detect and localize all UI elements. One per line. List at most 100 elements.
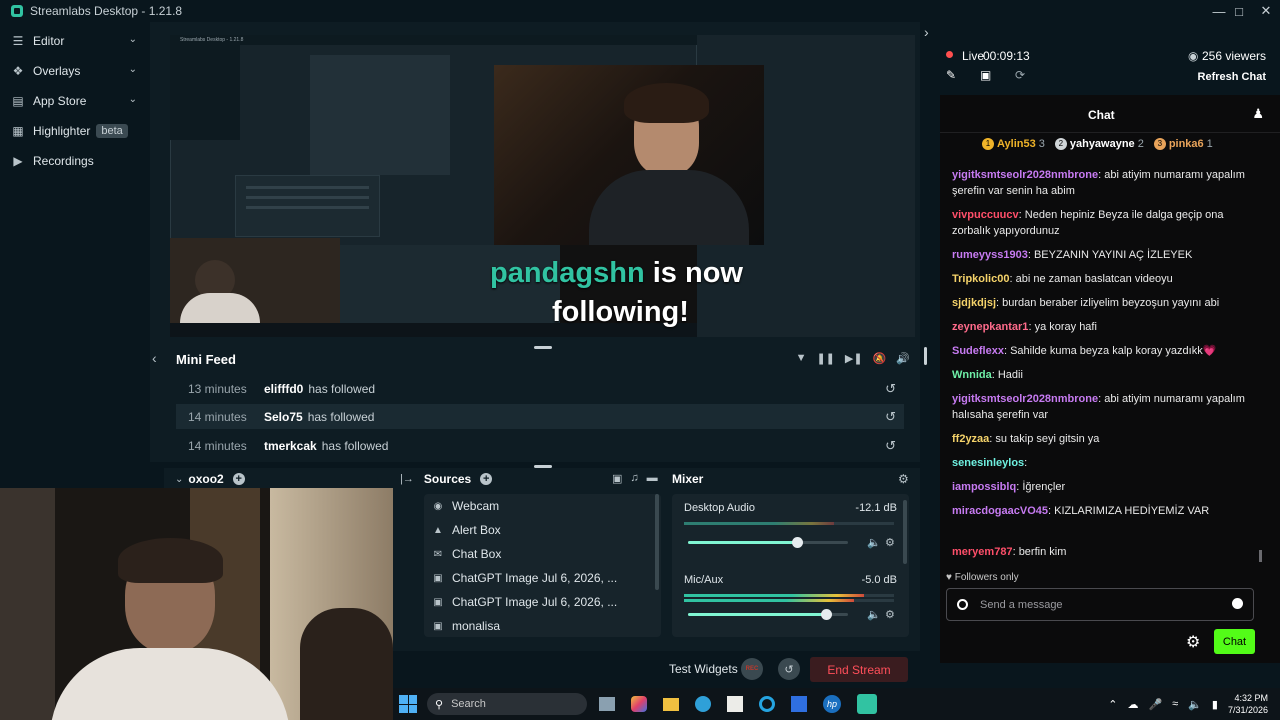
taskbar-search[interactable]: ⚲ Search: [427, 693, 587, 715]
rec-button[interactable]: REC: [741, 658, 763, 680]
edge-icon[interactable]: [695, 696, 711, 712]
chat-username[interactable]: Wnnida: [952, 369, 992, 381]
cloud-icon[interactable]: ☁: [1127, 698, 1138, 711]
refresh-chat-button[interactable]: Refresh Chat: [1198, 71, 1266, 83]
chat-scrollbar[interactable]: [1259, 550, 1262, 562]
chevron-down-icon[interactable]: ⌄: [129, 34, 137, 45]
stream-preview[interactable]: Streamlabs Desktop - 1.21.8 pandagshn is…: [170, 35, 915, 337]
task-view-icon[interactable]: [599, 697, 615, 711]
mute-icon[interactable]: 🔈: [867, 536, 881, 549]
chat-username[interactable]: meryem787: [952, 546, 1013, 558]
copilot-icon[interactable]: [631, 696, 647, 712]
store-icon: ▤: [12, 94, 24, 108]
replay-icon[interactable]: ↺: [885, 381, 896, 397]
sidebar-item-overlays[interactable]: ❖ Overlays ⌄: [0, 56, 150, 86]
monitor-icon[interactable]: ▣: [612, 472, 622, 485]
volume-icon[interactable]: 🔊: [896, 352, 910, 365]
source-item[interactable]: ▣ ChatGPT Image Jul 6, 2026, ...: [426, 590, 651, 614]
maximize-icon[interactable]: □: [1228, 0, 1250, 22]
chat-username[interactable]: rumeyyss1903: [952, 249, 1028, 261]
battery-icon[interactable]: ▮: [1212, 698, 1218, 711]
top-chatter[interactable]: 2 yahyawayne 2: [1054, 138, 1144, 150]
clock[interactable]: 4:32 PM 7/31/2026: [1228, 692, 1268, 716]
collapse-icon[interactable]: |→: [400, 473, 414, 485]
folder-icon[interactable]: ▬: [647, 472, 658, 485]
vertical-resize-handle[interactable]: [924, 347, 927, 365]
pause-icon[interactable]: ❚❚: [816, 352, 834, 365]
wifi-icon[interactable]: ≈: [1172, 698, 1178, 710]
chat-username[interactable]: yigitksmtseolr2028nmbrone: [952, 169, 1098, 181]
chevron-down-icon[interactable]: ⌄: [129, 64, 137, 75]
gear-icon[interactable]: ⚙: [885, 536, 895, 549]
mute-icon[interactable]: 🔈: [867, 608, 881, 621]
hp-icon[interactable]: hp: [823, 695, 841, 713]
chat-username[interactable]: zeynepkantar1: [952, 321, 1028, 333]
cortana-icon[interactable]: [759, 696, 775, 712]
minimize-icon[interactable]: —: [1208, 0, 1230, 22]
end-stream-button[interactable]: End Stream: [810, 657, 908, 682]
chat-username[interactable]: ff2yzaa: [952, 433, 989, 445]
close-icon[interactable]: ✕: [1255, 0, 1277, 22]
volume-slider-knob[interactable]: [820, 609, 832, 620]
shield-icon[interactable]: [957, 599, 968, 610]
sidebar-item-highlighter[interactable]: ▦ Highlighter beta: [0, 116, 150, 146]
chat-username[interactable]: Tripkolic00: [952, 273, 1009, 285]
chat-username[interactable]: miracdogaacVO45: [952, 505, 1048, 517]
skip-icon[interactable]: ▶❚: [845, 352, 863, 365]
edit-icon[interactable]: ✎: [946, 68, 956, 82]
mixer-scrollbar[interactable]: [903, 500, 907, 564]
filter-icon[interactable]: ▼: [796, 352, 807, 365]
replay-buffer-icon[interactable]: ↺: [778, 658, 800, 680]
windows-start-icon[interactable]: [399, 695, 417, 713]
mixer-settings-icon[interactable]: ⚙: [898, 472, 909, 486]
store-icon[interactable]: [727, 696, 743, 712]
source-item[interactable]: ◉ Webcam: [426, 494, 651, 518]
chat-username[interactable]: sjdjkdjsj: [952, 297, 996, 309]
user-list-icon[interactable]: ♟: [1252, 106, 1264, 122]
microphone-icon[interactable]: 🎤: [1148, 698, 1162, 711]
sidebar-item-recordings[interactable]: ▶ Recordings: [0, 146, 150, 176]
file-explorer-icon[interactable]: [663, 697, 679, 711]
replay-icon[interactable]: ↺: [885, 409, 896, 425]
chat-username[interactable]: Sudeflexx: [952, 345, 1004, 357]
emoji-icon[interactable]: [1232, 598, 1243, 609]
volume-slider-knob[interactable]: [791, 537, 803, 548]
speaker-icon[interactable]: 🔈: [1188, 698, 1202, 711]
share-icon[interactable]: ⟳: [1015, 68, 1025, 82]
replay-icon[interactable]: ↺: [885, 438, 896, 454]
source-item[interactable]: ▣ ChatGPT Image Jul 6, 2026, ...: [426, 566, 651, 590]
mixer-title: Mixer: [672, 472, 704, 486]
chat-username[interactable]: senesinleylos: [952, 457, 1024, 469]
chevron-left-icon[interactable]: ‹: [152, 350, 157, 366]
sidebar-item-app-store[interactable]: ▤ App Store ⌄: [0, 86, 150, 116]
chat-username[interactable]: iampossiblq: [952, 481, 1016, 493]
add-scene-icon[interactable]: +: [232, 473, 245, 485]
streamlabs-taskbar-icon[interactable]: [857, 694, 877, 714]
top-chatter[interactable]: 1 Aylin53 3: [982, 138, 1045, 150]
chat-username[interactable]: yigitksmtseolr2028nmbrone: [952, 393, 1098, 405]
source-item[interactable]: ▲ Alert Box: [426, 518, 651, 542]
volume-slider[interactable]: [688, 609, 848, 620]
scene-selector[interactable]: oxoo2: [188, 472, 223, 486]
add-source-icon[interactable]: +: [480, 473, 493, 485]
top-chatter[interactable]: 3 pinka6 1: [1153, 138, 1213, 150]
volume-slider[interactable]: [688, 537, 848, 548]
source-item[interactable]: ✉ Chat Box: [426, 542, 651, 566]
chevron-down-icon[interactable]: ⌄: [129, 94, 137, 105]
chevron-down-icon[interactable]: ⌄: [175, 474, 183, 485]
chat-input[interactable]: Send a message: [946, 588, 1254, 621]
chevron-up-icon[interactable]: ⌃: [1108, 698, 1117, 711]
chat-send-button[interactable]: Chat: [1214, 629, 1255, 654]
video-icon[interactable]: ▣: [980, 68, 991, 82]
audio-icon[interactable]: ♫: [630, 472, 638, 485]
sidebar-item-editor[interactable]: ☰ Editor ⌄: [0, 26, 150, 56]
sources-scrollbar[interactable]: [655, 494, 659, 590]
test-widgets-label[interactable]: Test Widgets: [669, 662, 738, 676]
mute-alerts-icon[interactable]: 🔕: [873, 352, 887, 365]
chevron-right-icon[interactable]: ›: [924, 24, 929, 40]
chat-settings-icon[interactable]: ⚙: [1186, 632, 1200, 652]
chat-username[interactable]: vivpuccuucv: [952, 209, 1019, 221]
source-item[interactable]: ▣ monalisa: [426, 614, 651, 638]
gear-icon[interactable]: ⚙: [885, 608, 895, 621]
dropbox-icon[interactable]: [791, 696, 807, 712]
